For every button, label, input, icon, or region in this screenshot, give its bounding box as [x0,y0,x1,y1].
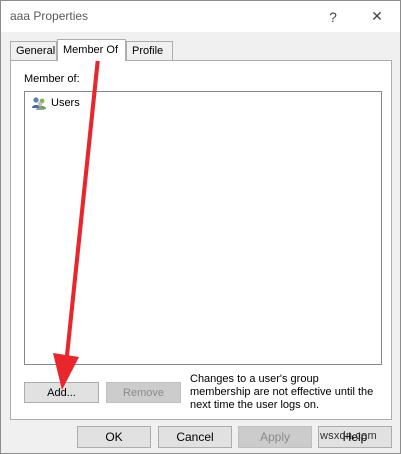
window-title: aaa Properties [10,9,89,23]
tab-label: General [16,45,56,57]
ok-button-label: OK [105,430,123,444]
remove-button-label: Remove [123,386,164,399]
membership-info-text: Changes to a user's group membership are… [190,373,374,411]
users-group-icon [32,97,46,110]
add-button[interactable]: Add... [24,382,99,403]
properties-dialog: aaa Properties ? ✕ General Member Of Pro… [0,0,401,454]
list-item[interactable]: Users [31,95,80,111]
cancel-button[interactable]: Cancel [158,426,232,448]
close-button[interactable]: ✕ [354,1,400,32]
apply-button-label: Apply [259,430,291,444]
tab-member-of[interactable]: Member Of [57,39,126,61]
list-item-label: Users [51,97,80,109]
add-button-label: Add... [47,386,76,399]
tab-label: Profile [132,45,164,57]
member-of-panel: Member of: Users Add... Remove Changes t… [10,60,392,420]
ok-button[interactable]: OK [77,426,151,448]
tab-label: Member Of [63,44,119,56]
close-icon: ✕ [371,8,383,24]
watermark: wsxdn.com [320,430,377,442]
cancel-button-label: Cancel [176,430,214,444]
tab-general[interactable]: General [10,41,57,61]
help-icon: ? [329,8,337,25]
tab-profile[interactable]: Profile [126,41,173,61]
apply-button[interactable]: Apply [238,426,312,448]
member-of-label: Member of: [24,73,80,85]
title-bar: aaa Properties ? ✕ [1,1,400,32]
remove-button[interactable]: Remove [106,382,181,403]
member-of-list[interactable]: Users [24,91,382,365]
help-title-button[interactable]: ? [310,1,356,32]
